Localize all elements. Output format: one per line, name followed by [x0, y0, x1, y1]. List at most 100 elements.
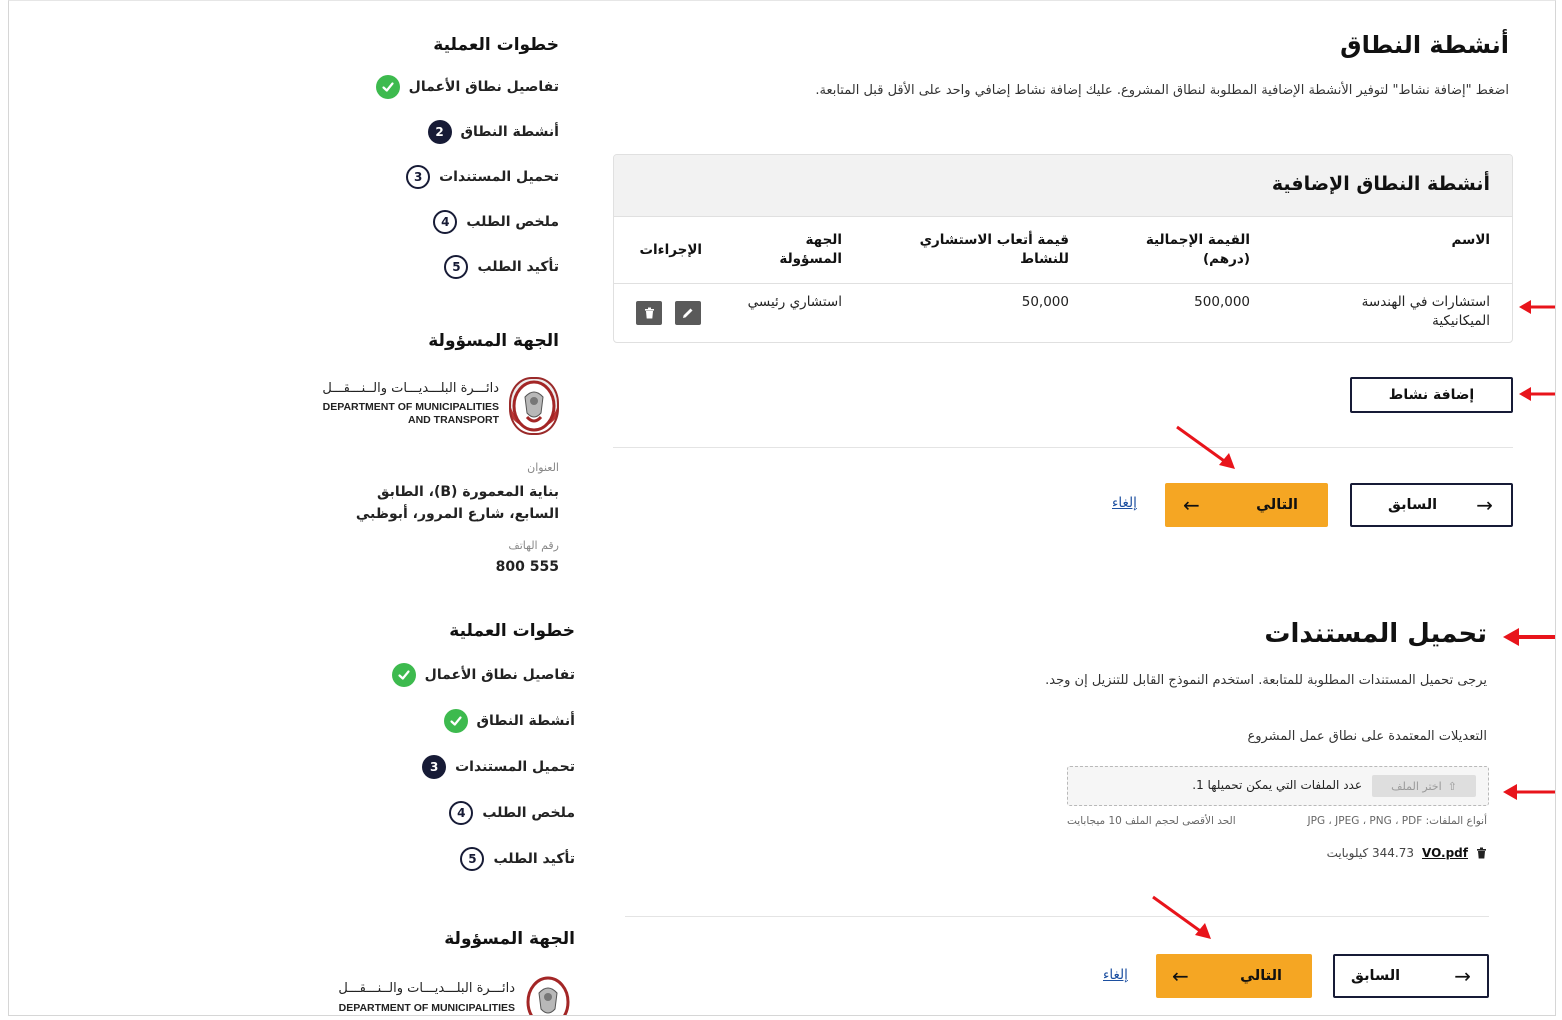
process-step-label: تأكيد الطلب: [477, 259, 559, 275]
arrow-right-icon: →: [1476, 493, 1493, 517]
table-row: استشارات في الهندسة الميكانيكية 500,000 …: [614, 293, 1512, 339]
logo-english-line1: DEPARTMENT OF MUNICIPALITIES: [322, 401, 499, 413]
step-number: 2: [427, 120, 452, 144]
cancel-link[interactable]: إلغاء: [1112, 495, 1137, 511]
process-step-label: تأكيد الطلب: [493, 851, 575, 867]
process-step: تفاصيل نطاق الأعمال: [391, 663, 575, 687]
logo-arabic-text: دائـــرة البلـــديـــات والــنـــقـــل: [322, 381, 499, 396]
process-step: أنشطة النطاق: [443, 709, 576, 733]
uploaded-file: VO.pdf 344.73 كيلوبايت: [1327, 846, 1487, 860]
max-size-hint: الحد الأقصى لحجم الملف 10 ميجابايت: [1067, 815, 1236, 827]
next-button-2[interactable]: التالي ←: [1156, 954, 1312, 998]
logo-english-line1: DEPARTMENT OF MUNICIPALITIES: [338, 1002, 515, 1014]
arrow-right-icon: →: [1454, 964, 1471, 988]
abu-dhabi-emblem-icon: [525, 975, 575, 1015]
row-name-line2: الميكانيكية: [1432, 313, 1490, 329]
process-step-label: ملخص الطلب: [482, 805, 575, 821]
step-number: 4: [433, 210, 458, 234]
process-step-label: تحميل المستندات: [439, 169, 559, 185]
abu-dhabi-emblem-icon: [509, 377, 559, 435]
arrow-left-icon: ←: [1172, 964, 1189, 988]
address-label: العنوان: [527, 461, 559, 474]
annotation-arrow-icon: [1503, 628, 1555, 646]
dmt-logo-2: دائـــرة البلـــديـــات والــنـــقـــل D…: [315, 975, 575, 1015]
process-step-label: تفاصيل نطاق الأعمال: [408, 79, 559, 95]
annotation-arrow-icon: [1503, 784, 1555, 800]
activities-table: أنشطة النطاق الإضافية الاسم القيمة الإجم…: [613, 154, 1513, 343]
previous-button[interactable]: → السابق: [1350, 483, 1513, 527]
previous-label: السابق: [1388, 497, 1438, 513]
process-step-label: تحميل المستندات: [455, 759, 575, 775]
step-number: 4: [449, 801, 474, 825]
row-fee: 50,000: [1021, 294, 1069, 310]
column-total: القيمة الإجمالية (درهم): [1146, 231, 1250, 269]
logo-english-line2: AND TRANSPORT: [408, 414, 499, 426]
process-step: 3 تحميل المستندات: [406, 165, 559, 189]
choose-file-label: اختر الملف: [1391, 779, 1442, 793]
column-fee-line1: قيمة أتعاب الاستشاري: [919, 232, 1069, 248]
column-name: الاسم: [1451, 232, 1490, 248]
column-fee-line2: للنشاط: [1020, 251, 1069, 267]
previous-label: السابق: [1351, 968, 1401, 984]
column-fee: قيمة أتعاب الاستشاري للنشاط: [920, 231, 1069, 269]
file-upload-box[interactable]: اختر الملف ⇧ عدد الملفات التي يمكن تحميل…: [1067, 766, 1489, 806]
process-step: 5 تأكيد الطلب: [444, 255, 559, 279]
step-number: 3: [406, 165, 431, 189]
trash-icon[interactable]: [1476, 847, 1487, 859]
activities-description: اضغط "إضافة نشاط" لتوفير الأنشطة الإضافي…: [815, 83, 1509, 98]
process-step: 2 أنشطة النطاق: [427, 120, 559, 144]
annotation-arrow-icon: [1152, 895, 1211, 939]
row-divider: [614, 283, 1512, 284]
checkmark-icon: [391, 663, 416, 687]
column-party-line2: المسؤولة: [779, 251, 842, 267]
checkmark-icon: [443, 709, 468, 733]
arrow-left-icon: ←: [1183, 493, 1200, 517]
process-step: 4 ملخص الطلب: [449, 801, 575, 825]
delete-button[interactable]: [636, 301, 662, 325]
next-button[interactable]: التالي ←: [1165, 483, 1328, 527]
column-actions: الإجراءات: [639, 242, 702, 258]
responsible-authority-title: الجهة المسؤولة: [428, 331, 559, 351]
process-step-label: أنشطة النطاق: [476, 713, 576, 729]
process-step: تفاصيل نطاق الأعمال: [375, 75, 559, 99]
pencil-icon: [683, 308, 693, 318]
next-label: التالي: [1256, 497, 1298, 513]
process-step-label: ملخص الطلب: [466, 214, 559, 230]
phone-number: 800 555: [495, 559, 559, 575]
edit-button[interactable]: [675, 301, 701, 325]
address-line1: بناية المعمورة (B)، الطابق: [376, 484, 559, 500]
file-name-link[interactable]: VO.pdf: [1422, 846, 1468, 860]
process-step-label: تفاصيل نطاق الأعمال: [424, 667, 575, 683]
cancel-link-2[interactable]: إلغاء: [1103, 967, 1128, 983]
section-divider: [613, 447, 1513, 448]
step-number: 5: [460, 847, 485, 871]
annotation-arrow-icon: [1176, 425, 1235, 469]
step-number: 5: [444, 255, 469, 279]
phone-label: رقم الهاتف: [508, 539, 559, 552]
activities-table-title: أنشطة النطاق الإضافية: [1271, 173, 1490, 195]
row-total: 500,000: [1194, 294, 1250, 310]
dmt-logo: دائـــرة البلـــديـــات والــنـــقـــل D…: [299, 377, 559, 437]
address-line2: السابع، شارع المرور، أبوظبي: [355, 506, 559, 522]
activities-title: أنشطة النطاق: [1340, 31, 1509, 59]
file-types-hint: أنواع الملفات: JPG ، JPEG ، PNG ، PDF: [1307, 815, 1487, 827]
row-name-line1: استشارات في الهندسة: [1361, 294, 1490, 310]
add-activity-button[interactable]: إضافة نشاط: [1350, 377, 1513, 413]
responsible-authority-title-2: الجهة المسؤولة: [444, 929, 575, 949]
checkmark-icon: [375, 75, 400, 99]
row-party: استشاري رئيسي: [747, 294, 842, 310]
previous-button-2[interactable]: → السابق: [1333, 954, 1489, 998]
process-steps-title: خطوات العملية: [433, 35, 559, 55]
choose-file-button[interactable]: اختر الملف ⇧: [1372, 775, 1476, 797]
column-total-line2: (درهم): [1203, 251, 1250, 267]
trash-icon: [644, 307, 654, 319]
column-party-line1: الجهة: [805, 232, 842, 248]
upload-icon: ⇧: [1447, 779, 1457, 793]
activities-table-header: أنشطة النطاق الإضافية: [614, 155, 1512, 217]
annotation-arrow-icon: [1519, 300, 1555, 314]
section-divider-2: [625, 916, 1489, 917]
process-steps-title-2: خطوات العملية: [449, 621, 575, 641]
next-label: التالي: [1240, 968, 1282, 984]
documents-description: يرجى تحميل المستندات المطلوبة للمتابعة. …: [1045, 673, 1487, 688]
process-step: 3 تحميل المستندات: [422, 755, 575, 779]
